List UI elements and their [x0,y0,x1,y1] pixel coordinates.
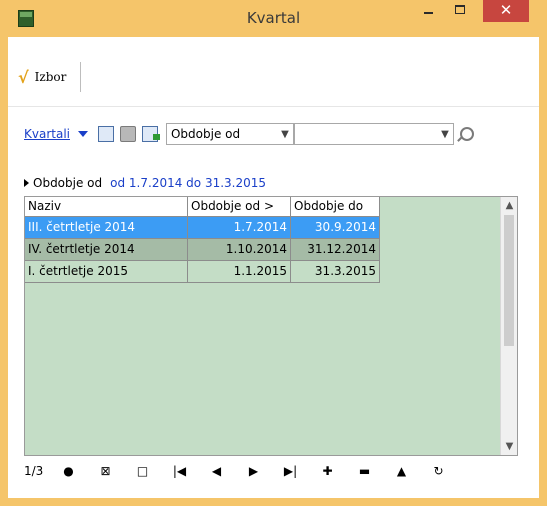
export-icon[interactable] [141,126,160,142]
table-row[interactable]: IV. četrtletje 2014 1.10.2014 31.12.2014 [25,239,380,261]
record-navigator: 1/3 ● ⊠ □ |◀ ◀ ▶ ▶| ✚ ▬ ▲ ↻ [24,460,518,482]
cell-obdobje-do: 31.3.2015 [291,261,380,283]
checkbox-icon[interactable]: □ [124,464,161,478]
table-row[interactable]: III. četrtletje 2014 1.7.2014 30.9.2014 [25,217,380,239]
view-toolbar: Kvartali Obdobje od ▼ ▼ [24,121,518,147]
main-toolbar: √ Izbor [8,37,539,107]
scroll-thumb[interactable] [504,215,514,346]
first-record-icon[interactable]: |◀ [161,464,198,478]
expand-icon[interactable] [24,179,29,187]
preview-icon[interactable] [97,126,114,142]
grid-header: Naziv Obdobje od > Obdobje do [25,197,380,217]
print-icon[interactable] [119,126,136,142]
scroll-down-icon[interactable]: ▼ [501,438,518,455]
column-header-obdobje-do[interactable]: Obdobje do [291,197,380,217]
last-record-icon[interactable]: ▶| [272,464,309,478]
window-client: √ Izbor Kvartali Obdobje od ▼ ▼ Obdobje … [8,37,539,498]
column-header-naziv[interactable]: Naziv [25,197,188,217]
izbor-button[interactable]: √ Izbor [18,62,82,92]
chevron-down-icon[interactable] [77,131,88,137]
vertical-scrollbar[interactable]: ▲ ▼ [500,197,517,455]
list-panel: Kvartali Obdobje od ▼ ▼ Obdobje od od 1.… [24,115,518,485]
filter-field-select[interactable]: Obdobje od ▼ [165,123,294,145]
maximize-icon [455,5,465,14]
active-filter: Obdobje od od 1.7.2014 do 31.3.2015 [24,175,266,191]
table-row[interactable]: I. četrtletje 2015 1.1.2015 31.3.2015 [25,261,380,283]
view-selector-link[interactable]: Kvartali [24,127,70,141]
add-icon[interactable]: ✚ [309,464,346,478]
record-position: 1/3 [24,464,44,478]
cell-naziv: I. četrtletje 2015 [25,261,188,283]
record-dot-icon[interactable]: ● [50,464,87,478]
minimize-icon [423,12,433,14]
cell-naziv: IV. četrtletje 2014 [25,239,188,261]
filter-value[interactable]: od 1.7.2014 do 31.3.2015 [110,176,266,190]
search-icon[interactable] [459,127,474,141]
prev-record-icon[interactable]: ◀ [198,464,235,478]
izbor-label: Izbor [34,70,67,84]
close-button[interactable]: ✕ [483,0,529,22]
filter-field-value: Obdobje od [170,127,241,141]
search-input[interactable]: ▼ [293,123,454,145]
check-icon: √ [18,67,29,87]
column-header-obdobje-od[interactable]: Obdobje od > [188,197,291,217]
data-grid[interactable]: Naziv Obdobje od > Obdobje do III. četrt… [24,196,518,456]
chevron-down-icon[interactable]: ▼ [437,129,453,140]
title-bar[interactable]: Kvartal ✕ [0,0,547,37]
cell-obdobje-do: 30.9.2014 [291,217,380,239]
cell-obdobje-od: 1.10.2014 [188,239,291,261]
edit-icon[interactable]: ▲ [383,464,420,478]
cell-obdobje-od: 1.1.2015 [188,261,291,283]
maximize-button[interactable] [446,0,474,22]
refresh-icon[interactable]: ↻ [420,464,457,478]
cell-obdobje-do: 31.12.2014 [291,239,380,261]
chevron-down-icon: ▼ [281,128,289,140]
scroll-up-icon[interactable]: ▲ [501,197,518,214]
filter-label: Obdobje od [33,176,103,190]
next-record-icon[interactable]: ▶ [235,464,272,478]
cancel-icon[interactable]: ⊠ [87,464,124,478]
delete-icon[interactable]: ▬ [346,464,383,478]
window: Kvartal ✕ √ Izbor Kvartali Obdobje od ▼ [0,0,547,506]
cell-obdobje-od: 1.7.2014 [188,217,291,239]
minimize-button[interactable] [414,0,442,22]
cell-naziv: III. četrtletje 2014 [25,217,188,239]
